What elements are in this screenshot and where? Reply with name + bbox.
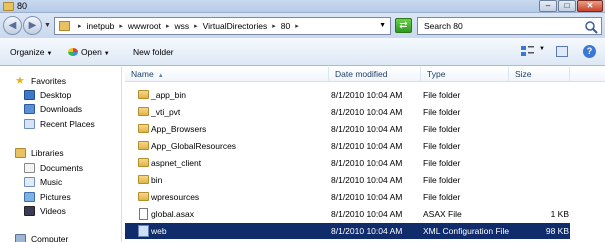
folder-icon [138, 90, 149, 99]
column-header-date[interactable]: Date modified [329, 67, 421, 82]
maximize-button[interactable]: □ [558, 0, 576, 12]
file-list: Name ▲ Date modified Type Size _app_bin 8… [125, 67, 605, 242]
organize-button[interactable]: Organize ▼ [10, 47, 52, 57]
close-button[interactable]: ✕ [577, 0, 603, 12]
folder-icon [138, 124, 149, 133]
address-bar[interactable]: ▸ inetpub ▸ wwwroot ▸ wss ▸ VirtualDirec… [54, 17, 391, 35]
libraries-icon [15, 148, 26, 158]
minimize-button[interactable]: – [539, 0, 557, 12]
breadcrumb-virtualdirectories[interactable]: VirtualDirectories [201, 21, 270, 31]
file-icon [139, 208, 148, 220]
documents-icon [24, 163, 35, 173]
desktop-icon [24, 90, 35, 100]
pictures-icon [24, 192, 35, 202]
folder-icon [138, 158, 149, 167]
sort-arrow-icon: ▲ [157, 73, 164, 79]
column-header-name[interactable]: Name ▲ [125, 67, 329, 82]
refresh-button[interactable]: ⇄ [395, 18, 412, 33]
nav-libraries[interactable]: Libraries [15, 147, 64, 159]
views-dropdown[interactable]: ▼ [539, 46, 545, 52]
nav-pictures[interactable]: Pictures [24, 191, 71, 203]
preview-pane-icon[interactable] [556, 46, 568, 57]
breadcrumb-wss[interactable]: wss [173, 21, 192, 31]
nav-videos[interactable]: Videos [24, 205, 66, 217]
breadcrumb: ▸ inetpub ▸ wwwroot ▸ wss ▸ VirtualDirec… [78, 21, 299, 31]
search-input[interactable]: Search 80 [417, 17, 602, 35]
open-button[interactable]: Open ▼ [68, 47, 110, 57]
column-header-size[interactable]: Size [509, 67, 570, 82]
nav-favorites[interactable]: ★ Favorites [15, 75, 66, 87]
downloads-icon [24, 104, 35, 114]
help-icon[interactable]: ? [583, 45, 596, 58]
forward-button[interactable]: ▶ [23, 16, 42, 35]
open-icon [68, 48, 78, 56]
command-bar: Organize ▼ Open ▼ New folder ▼ ? [0, 38, 605, 66]
nav-music[interactable]: Music [24, 176, 62, 188]
folder-icon [59, 21, 70, 31]
xml-config-icon [138, 225, 149, 237]
new-folder-button[interactable]: New folder [133, 47, 174, 57]
address-dropdown[interactable]: ▼ [379, 22, 386, 29]
folder-icon [138, 175, 149, 184]
star-icon: ★ [15, 75, 25, 87]
file-row[interactable]: App_GlobalResources 8/1/2010 10:04 AM Fi… [125, 138, 570, 154]
file-row[interactable]: App_Browsers 8/1/2010 10:04 AM File fold… [125, 121, 570, 137]
column-header-type[interactable]: Type [421, 67, 509, 82]
file-row[interactable]: _app_bin 8/1/2010 10:04 AM File folder [125, 87, 570, 103]
search-icon[interactable] [584, 20, 598, 34]
folder-icon [138, 192, 149, 201]
videos-icon [24, 206, 35, 216]
recent-pages-dropdown[interactable]: ▼ [44, 22, 51, 29]
title-bar: 80 – □ ✕ [0, 0, 605, 13]
navigation-pane: ★ Favorites Desktop Downloads Recent Plac… [0, 67, 122, 242]
window-controls: – □ ✕ [538, 0, 603, 12]
folder-icon [138, 141, 149, 150]
window-title: 80 [17, 1, 28, 11]
recent-places-icon [24, 119, 35, 129]
computer-icon [15, 234, 26, 242]
file-row[interactable]: _vti_pvt 8/1/2010 10:04 AM File folder [125, 104, 570, 120]
nav-downloads[interactable]: Downloads [24, 103, 82, 115]
folder-icon [3, 2, 14, 11]
address-row: ◀ ▶ ▼ ▸ inetpub ▸ wwwroot ▸ wss ▸ Virtua… [0, 13, 605, 38]
column-header-row: Name ▲ Date modified Type Size [125, 67, 605, 82]
breadcrumb-80[interactable]: 80 [279, 21, 292, 31]
views-icon[interactable] [521, 46, 534, 57]
file-row[interactable]: aspnet_client 8/1/2010 10:04 AM File fol… [125, 155, 570, 171]
music-icon [24, 177, 35, 187]
breadcrumb-inetpub[interactable]: inetpub [85, 21, 117, 31]
file-row[interactable]: bin 8/1/2010 10:04 AM File folder [125, 172, 570, 188]
file-row-selected[interactable]: web 8/1/2010 10:04 AM XML Configuration … [125, 223, 570, 239]
search-placeholder: Search 80 [424, 21, 463, 31]
folder-icon [138, 107, 149, 116]
nav-desktop[interactable]: Desktop [24, 89, 71, 101]
breadcrumb-wwwroot[interactable]: wwwroot [126, 21, 163, 31]
nav-recent-places[interactable]: Recent Places [24, 118, 95, 130]
file-row[interactable]: global.asax 8/1/2010 10:04 AM ASAX File … [125, 206, 570, 222]
nav-documents[interactable]: Documents [24, 162, 83, 174]
nav-computer[interactable]: Computer [15, 233, 68, 242]
back-button[interactable]: ◀ [3, 16, 22, 35]
file-row[interactable]: wpresources 8/1/2010 10:04 AM File folde… [125, 189, 570, 205]
